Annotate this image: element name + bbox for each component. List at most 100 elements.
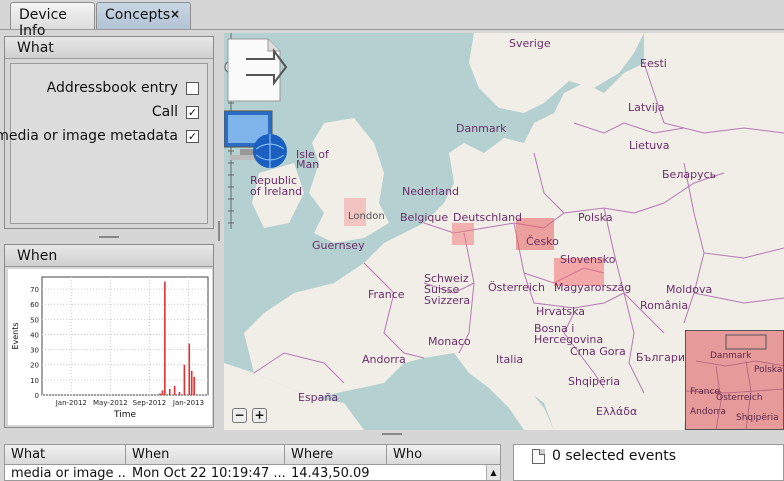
close-icon[interactable]: × (170, 7, 180, 21)
map-label: България (636, 351, 692, 364)
map-label: Crna Gora (570, 345, 626, 358)
map-label: Sverige (509, 37, 551, 50)
map-label: Slovensko (560, 253, 616, 266)
histogram-bar (159, 393, 161, 395)
column-header-when[interactable]: When (126, 445, 285, 464)
zoom-in-button[interactable]: + (252, 408, 267, 423)
scroll-up-icon[interactable]: ▲ (490, 468, 496, 477)
map-label: London (348, 211, 385, 222)
histogram-bar (178, 391, 181, 395)
map-label: Ελλάδα (596, 405, 638, 418)
cell-what: media or image ... (11, 466, 126, 481)
left-splitter-handle[interactable] (4, 233, 214, 241)
histogram-bar (193, 376, 195, 395)
y-tick-label: 30 (30, 347, 39, 355)
chart-svg: 0 10 20 30 40 50 60 70 Jan-2012 May-2012 Sep-2012 J… (11, 276, 209, 420)
filter-call[interactable]: Call ✓ (152, 103, 199, 121)
tab-concepts[interactable]: Concepts × (96, 2, 191, 29)
filter-label: Addressbook entry (46, 80, 178, 96)
map-label: Bosna i Hercegovina (534, 322, 604, 346)
map-label: Lietuva (629, 139, 670, 152)
y-axis-label: Events (11, 322, 20, 349)
media-metadata-checkbox[interactable]: ✓ (186, 129, 199, 143)
map-label: Shqipëria (568, 375, 621, 388)
column-header-who[interactable]: Who (387, 445, 487, 464)
map-label: France (368, 288, 405, 301)
y-tick-label: 0 (35, 392, 39, 400)
zoom-out-button[interactable]: − (232, 408, 247, 423)
map-view[interactable]: Sverige Eesti Latvija Lietuva Danmark Бе… (224, 33, 784, 430)
y-tick-label: 70 (30, 286, 39, 294)
when-panel-title: When (5, 245, 213, 267)
when-panel: When 0 10 20 30 40 50 60 70 Jan-2012 May-2012 Sep-… (4, 244, 214, 428)
map-label: Danmark (456, 122, 507, 135)
call-checkbox[interactable]: ✓ (186, 105, 199, 119)
table-header: What When Where Who (5, 445, 500, 465)
histogram-bar (161, 390, 164, 395)
filter-label: Call (151, 104, 178, 120)
filter-media-metadata[interactable]: media or image metadata ✓ (0, 127, 199, 145)
histogram-bar (190, 370, 193, 395)
map-label: România (640, 299, 689, 312)
map-label: Isle of Man (296, 148, 329, 171)
selection-panel: 0 selected events (513, 444, 784, 481)
overview-minimap[interactable]: Danmark Polska France Österreich Andorra… (685, 330, 784, 430)
map-label: Polska (578, 211, 613, 224)
bottom-splitter-handle[interactable] (0, 431, 784, 437)
map-label: Latvija (628, 101, 665, 114)
map-label: Österreich (488, 281, 545, 294)
map-label: Andorra (362, 353, 406, 366)
network-globe-icon[interactable] (224, 109, 288, 171)
map-label: Guernsey (312, 239, 365, 252)
events-table: What When Where Who media or image ... M… (4, 444, 501, 481)
x-tick-label: Sep-2012 (133, 399, 167, 407)
y-tick-label: 40 (30, 331, 39, 339)
filter-addressbook-entry[interactable]: Addressbook entry (47, 79, 199, 97)
map-label: Republic of Ireland (250, 174, 303, 198)
table-row[interactable]: media or image ... Mon Oct 22 10:19:47 .… (5, 465, 500, 481)
map-label: Schweiz Suisse Svizzera (424, 272, 471, 307)
y-tick-label: 60 (30, 301, 39, 309)
map-label: Hrvatska (536, 305, 586, 318)
tab-bar: Device Info Concepts × (0, 0, 784, 39)
map-label: Moldova (666, 283, 713, 296)
map-label: Беларусь (662, 168, 717, 181)
column-header-what[interactable]: What (5, 445, 126, 464)
minimap-label: Österreich (716, 393, 763, 403)
cell-where: 14.43,50.09 (291, 466, 370, 481)
what-panel: What Addressbook entry Call ✓ media or i… (0, 36, 214, 229)
histogram-bar (183, 364, 186, 395)
y-tick-label: 10 (30, 377, 39, 385)
tab-device-info[interactable]: Device Info (10, 2, 95, 39)
tab-label: Concepts (105, 7, 171, 23)
histogram-bar (173, 385, 176, 395)
filter-label: media or image metadata (0, 128, 178, 144)
what-panel-title: What (5, 37, 213, 59)
cell-who (387, 465, 487, 480)
minimap-label: Polska (754, 365, 783, 375)
x-tick-label: Jan-2012 (55, 399, 87, 407)
main-splitter-handle[interactable] (216, 36, 222, 430)
histogram-bar (164, 281, 166, 395)
map-label: Eesti (640, 57, 667, 70)
what-filter-list: Addressbook entry Call ✓ media or image … (0, 63, 208, 224)
table-scrollbar[interactable]: ▲ (486, 465, 500, 480)
map-label: Nederland (402, 185, 460, 198)
plot-area (41, 276, 209, 396)
map-label: Česko (526, 235, 559, 248)
map-label: Magyarország (554, 281, 632, 294)
export-document-icon[interactable] (224, 35, 288, 105)
selected-events-count: 0 selected events (552, 448, 677, 464)
tab-label: Device Info (19, 7, 67, 39)
histogram-bar (188, 343, 191, 395)
y-tick-label: 20 (30, 362, 39, 370)
column-header-where[interactable]: Where (285, 445, 387, 464)
map-label: Belgique (400, 211, 449, 224)
addressbook-checkbox[interactable] (186, 81, 199, 95)
map-label: España (298, 391, 339, 404)
minimap-label: Shqipëria (736, 413, 779, 423)
events-timeline-chart[interactable]: 0 10 20 30 40 50 60 70 Jan-2012 May-2012 Sep-2012 J… (8, 269, 212, 425)
cell-when: Mon Oct 22 10:19:47 ... (132, 466, 285, 481)
histogram-bar (168, 388, 171, 395)
document-icon (532, 449, 545, 464)
